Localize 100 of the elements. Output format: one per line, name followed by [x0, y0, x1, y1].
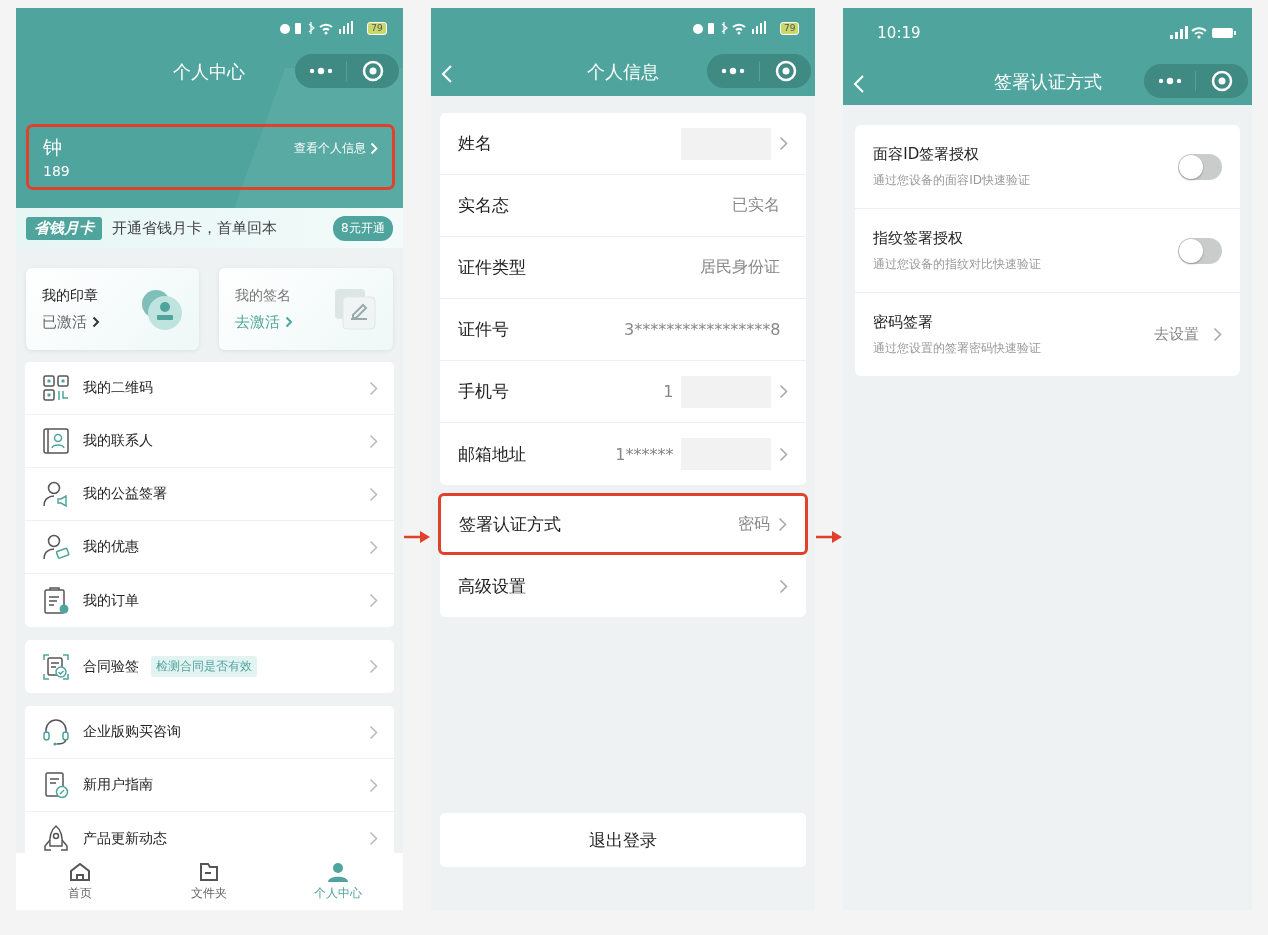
chevron-icon [368, 486, 378, 502]
toggle-switch[interactable] [1178, 237, 1222, 264]
tab[interactable]: 文件夹 [144, 853, 274, 910]
chevron-icon [368, 831, 378, 846]
rocket-icon [41, 823, 71, 853]
card-title: 我的签名 [235, 286, 293, 305]
row-label: 证件类型 [457, 256, 526, 279]
page-title: 个人中心 [173, 60, 246, 84]
status-icons-drawing [1170, 26, 1236, 40]
contact-book-icon [41, 426, 71, 456]
setting-title: 密码签署 [873, 312, 935, 332]
menu-label: 我的二维码 [83, 379, 153, 397]
row-label: 签署认证方式 [458, 512, 561, 536]
row-value: 已实名 [732, 195, 781, 216]
setting-description: 通过您设置的签署密码快速验证 [873, 339, 1042, 357]
qr-code-icon [41, 373, 71, 403]
menu-item[interactable]: 合同验签 检测合同是否有效 [25, 640, 394, 693]
info-row[interactable]: 邮箱地址 1****** [439, 423, 807, 485]
chevron-icon [779, 384, 789, 399]
info-row[interactable]: 证件号 3*****************8 [439, 299, 807, 361]
menu-item[interactable]: 企业版购买咨询 [25, 706, 394, 759]
row-value: 3*****************8 [624, 320, 781, 339]
page-title: 签署认证方式 [993, 69, 1102, 94]
arrow-icon [816, 530, 843, 544]
logout-button[interactable]: 退出登录 [439, 813, 807, 867]
info-row[interactable]: 姓名 [439, 113, 807, 175]
row-value: 1 [663, 382, 674, 401]
signature-icon [332, 287, 377, 331]
stamp-icon [139, 287, 184, 331]
setup-link[interactable]: 去设置 [1148, 324, 1205, 345]
row-label: 高级设置 [457, 574, 526, 598]
close-icon[interactable] [1211, 70, 1234, 92]
card-status[interactable]: 已激活 [42, 312, 100, 332]
info-row[interactable]: 签署认证方式 密码 [437, 493, 809, 555]
user-name: 钟 [43, 135, 62, 160]
menu-label: 产品更新动态 [83, 829, 167, 848]
menu-item[interactable]: 我的联系人 [25, 415, 394, 468]
hint-tag: 检测合同是否有效 [151, 656, 257, 677]
battery-level: 79 [367, 21, 387, 35]
menu-item[interactable]: 我的优惠 [25, 521, 394, 574]
info-row[interactable]: 实名态 已实名 [439, 175, 807, 237]
close-icon[interactable] [774, 60, 797, 82]
home-icon [69, 861, 92, 882]
menu-label: 我的公益签署 [83, 485, 167, 503]
chevron-icon [369, 141, 378, 155]
back-icon[interactable] [440, 64, 453, 84]
chevron-icon [368, 539, 378, 555]
chevron-icon [368, 777, 378, 793]
menu-item[interactable]: 新用户指南 [25, 759, 394, 812]
menu-item[interactable]: 我的二维码 [25, 362, 394, 415]
setting-title: 指纹签署授权 [873, 228, 965, 248]
setting-description: 通过您设备的指纹对比快速验证 [873, 255, 1042, 273]
row-value: 密码 [738, 513, 771, 535]
row-label: 证件号 [457, 318, 509, 341]
info-row[interactable]: 高级设置 [439, 555, 807, 617]
setting-title: 面容ID签署授权 [873, 144, 981, 164]
chevron-icon [368, 380, 378, 396]
promo-text: 开通省钱月卡，首单回本 [112, 218, 278, 238]
row-value: 居民身份证 [700, 257, 781, 278]
chevron-icon [92, 316, 100, 328]
more-icon[interactable] [721, 67, 746, 75]
promo-badge: 省钱月卡 [26, 216, 102, 240]
chevron-icon [368, 659, 378, 674]
chevron-icon [368, 724, 378, 740]
toggle-switch[interactable] [1178, 153, 1222, 180]
menu-item[interactable]: 我的订单 [25, 574, 394, 627]
row-label: 手机号 [457, 380, 509, 403]
chevron-icon [778, 516, 788, 532]
arrow-icon [403, 530, 430, 544]
menu-label: 合同验签 [83, 657, 139, 676]
menu-label: 我的优惠 [83, 538, 139, 556]
close-icon[interactable] [362, 60, 384, 82]
more-icon[interactable] [1157, 77, 1182, 85]
row-value: 1****** [615, 444, 674, 464]
person-icon [327, 861, 350, 882]
row-label: 邮箱地址 [457, 442, 526, 466]
menu-label: 新用户指南 [83, 776, 153, 794]
quick-card[interactable]: 我的印章 已激活 [26, 268, 200, 350]
user-phone: 189 [43, 163, 71, 179]
row-label: 实名态 [457, 194, 509, 217]
menu-item[interactable]: 产品更新动态 [25, 812, 394, 853]
folder-icon [199, 861, 220, 882]
quick-card[interactable]: 我的签名 去激活 [219, 268, 393, 350]
card-title: 我的印章 [42, 286, 99, 305]
menu-label: 我的订单 [83, 591, 139, 610]
menu-item[interactable]: 我的公益签署 [25, 468, 394, 521]
chevron-icon [779, 446, 789, 462]
back-icon[interactable] [853, 74, 866, 94]
page-title: 个人信息 [587, 60, 660, 84]
chevron-icon [368, 593, 378, 608]
row-label: 姓名 [457, 132, 492, 155]
chevron-icon [285, 316, 294, 328]
chevron-icon [779, 578, 789, 594]
info-row[interactable]: 证件类型 居民身份证 [439, 237, 807, 299]
headset-icon [41, 717, 71, 747]
more-icon[interactable] [308, 67, 333, 75]
tab[interactable]: 首页 [16, 853, 145, 910]
battery-level: 79 [779, 21, 800, 35]
status-time: 10:19 [876, 24, 921, 42]
info-row[interactable]: 手机号 1 [439, 361, 807, 423]
